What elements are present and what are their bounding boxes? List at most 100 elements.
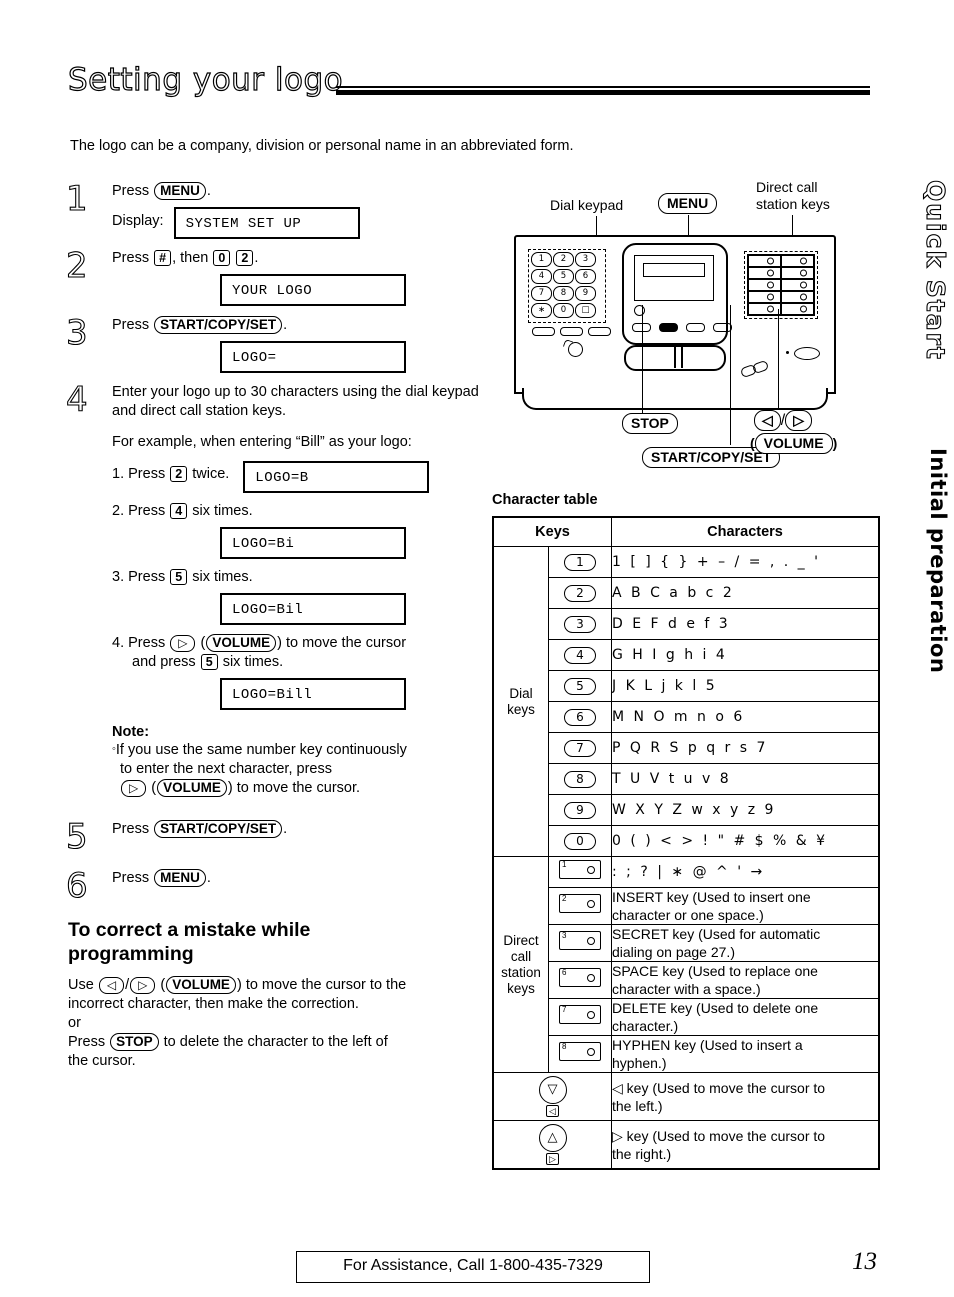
station-key[interactable] bbox=[748, 279, 781, 291]
keypad-key-4[interactable]: 4 bbox=[531, 269, 552, 284]
start-copy-set-key-2[interactable]: START/COPY/SET bbox=[154, 820, 283, 838]
station-key[interactable] bbox=[748, 267, 781, 279]
machine-base bbox=[522, 388, 828, 410]
example-3-key[interactable]: 5 bbox=[170, 569, 188, 585]
example-4-post2a: and press bbox=[132, 654, 196, 670]
example-2-key[interactable]: 4 bbox=[170, 503, 188, 519]
lcd-example-3: LOGO=Bil bbox=[220, 593, 406, 625]
keypad-key-7[interactable]: 7 bbox=[531, 286, 552, 301]
station-key-3-secret[interactable]: 3 bbox=[559, 931, 601, 950]
note-line-1: If you use the same number key continuou… bbox=[115, 742, 407, 758]
stop-callout[interactable]: STOP bbox=[622, 413, 678, 434]
hash-key[interactable]: # bbox=[154, 250, 172, 266]
dial-chars-3: D E F d e f 3 bbox=[611, 608, 880, 640]
example-1-key[interactable]: 2 bbox=[170, 466, 188, 482]
panel-button-menu[interactable] bbox=[659, 323, 678, 332]
correct-line-2: incorrect character, then make the corre… bbox=[68, 996, 359, 1012]
station-key[interactable] bbox=[781, 291, 814, 303]
group-dial-keys: Dial keys bbox=[492, 546, 549, 857]
down-arrow-key[interactable]: ▽ bbox=[538, 1076, 567, 1104]
digit-key-0[interactable]: 0 bbox=[213, 250, 231, 266]
numkey-2[interactable]: 2 bbox=[564, 585, 596, 602]
diagram-label-menu-wrap: MENU bbox=[658, 193, 718, 214]
left-arrow-key[interactable]: ◁ bbox=[98, 977, 125, 994]
page-title-row: Setting your logo bbox=[67, 61, 880, 110]
stop-key[interactable]: STOP bbox=[110, 1033, 159, 1051]
station-key[interactable] bbox=[781, 255, 814, 267]
station-key[interactable] bbox=[781, 303, 814, 315]
volume-callout[interactable]: VOLUME bbox=[754, 433, 833, 454]
keypad-key-6[interactable]: 6 bbox=[575, 269, 596, 284]
numkey-7[interactable]: 7 bbox=[564, 740, 596, 757]
station-key-7-delete[interactable]: 7 bbox=[559, 1005, 601, 1024]
start-stop-bar[interactable] bbox=[624, 345, 726, 371]
keypad-key-9[interactable]: 9 bbox=[575, 286, 596, 301]
digit-key-2[interactable]: 2 bbox=[236, 250, 254, 266]
numkey-0[interactable]: 0 bbox=[564, 833, 596, 850]
station-desc-space: SPACE key (Used to replace one character… bbox=[611, 961, 880, 999]
lcd-example-4: LOGO=Bill bbox=[220, 678, 406, 710]
station-key[interactable] bbox=[781, 267, 814, 279]
numkey-8[interactable]: 8 bbox=[564, 771, 596, 788]
station-key-2-insert[interactable]: 2 bbox=[559, 894, 601, 913]
right-arrow-callout[interactable]: ▷ bbox=[785, 410, 813, 431]
note-volume-key[interactable]: VOLUME bbox=[157, 779, 227, 797]
station-key-1[interactable]: 1 bbox=[559, 860, 601, 879]
keypad-key-8[interactable]: 8 bbox=[553, 286, 574, 301]
numkey-5[interactable]: 5 bbox=[564, 678, 596, 695]
menu-callout[interactable]: MENU bbox=[658, 193, 718, 214]
dial-key-cell: 2 bbox=[548, 577, 612, 609]
direct-call-station-outline bbox=[744, 251, 818, 319]
numkey-4[interactable]: 4 bbox=[564, 647, 596, 664]
dial-chars-7: P Q R S p q r s 7 bbox=[611, 732, 880, 764]
numkey-6[interactable]: 6 bbox=[564, 709, 596, 726]
right-arrow-key-2[interactable]: ▷ bbox=[130, 977, 156, 994]
handset-cord-icon bbox=[568, 342, 583, 357]
menu-key[interactable]: MENU bbox=[154, 182, 206, 200]
panel-button-3[interactable] bbox=[686, 323, 705, 332]
device-diagram-column: Dial keypad MENU Direct call station key… bbox=[492, 175, 892, 471]
keypad-key-2[interactable]: 2 bbox=[553, 252, 574, 267]
numkey-9[interactable]: 9 bbox=[564, 802, 596, 819]
lcd-example-1: LOGO=B bbox=[243, 461, 430, 493]
station-key[interactable] bbox=[748, 291, 781, 303]
menu-key-2[interactable]: MENU bbox=[154, 869, 206, 887]
numkey-3[interactable]: 3 bbox=[564, 616, 596, 633]
right-arrow-key[interactable]: ▷ bbox=[170, 635, 196, 652]
station-key[interactable] bbox=[748, 255, 781, 267]
volume-key[interactable]: VOLUME bbox=[206, 634, 277, 652]
diagram-label-direct-l1: Direct call bbox=[756, 179, 818, 195]
keypad-key-3[interactable]: 3 bbox=[575, 252, 596, 267]
station-key[interactable] bbox=[748, 303, 781, 315]
volume-key-2[interactable]: VOLUME bbox=[166, 976, 236, 994]
side-tab-quick-start: Quick Start bbox=[920, 179, 950, 361]
left-arrow-callout[interactable]: ◁ bbox=[754, 410, 781, 431]
example-3-number: 3. bbox=[112, 569, 125, 585]
soft-key-1[interactable] bbox=[532, 327, 555, 336]
station-key-8-hyphen[interactable]: 8 bbox=[559, 1042, 601, 1061]
soft-key-2[interactable] bbox=[560, 327, 583, 336]
station-key[interactable] bbox=[781, 279, 814, 291]
stop-callout-wrap: STOP bbox=[622, 413, 678, 434]
right-arrow-minibox: ▷ bbox=[546, 1153, 559, 1165]
keypad-key-star[interactable]: ∗ bbox=[531, 303, 552, 318]
soft-key-3[interactable] bbox=[588, 327, 611, 336]
start-copy-set-key[interactable]: START/COPY/SET bbox=[154, 316, 283, 334]
example-4-key2[interactable]: 5 bbox=[200, 654, 218, 670]
dial-chars-4: G H I g h i 4 bbox=[611, 639, 880, 671]
step-1-tail: . bbox=[206, 183, 211, 199]
station-key-cell: 1 bbox=[548, 856, 612, 888]
station-key-6-space[interactable]: 6 bbox=[559, 968, 601, 987]
panel-button-row bbox=[632, 323, 732, 332]
up-arrow-key[interactable]: △ bbox=[538, 1124, 567, 1152]
example-item-3: 3. Press 5 six times. LOGO=Bil bbox=[112, 568, 486, 625]
volume-knob-icon[interactable] bbox=[739, 359, 770, 379]
keypad-key-5[interactable]: 5 bbox=[553, 269, 574, 284]
correct-line-3-tail: to delete the character to the left of bbox=[163, 1034, 388, 1050]
keypad-key-0[interactable]: 0 bbox=[553, 303, 574, 318]
keypad-key-hash[interactable]: □ bbox=[575, 303, 596, 318]
station-key-cell: 3 bbox=[548, 924, 612, 962]
numkey-1[interactable]: 1 bbox=[564, 554, 596, 571]
keypad-key-1[interactable]: 1 bbox=[531, 252, 552, 267]
note-right-arrow-key[interactable]: ▷ bbox=[121, 780, 147, 797]
